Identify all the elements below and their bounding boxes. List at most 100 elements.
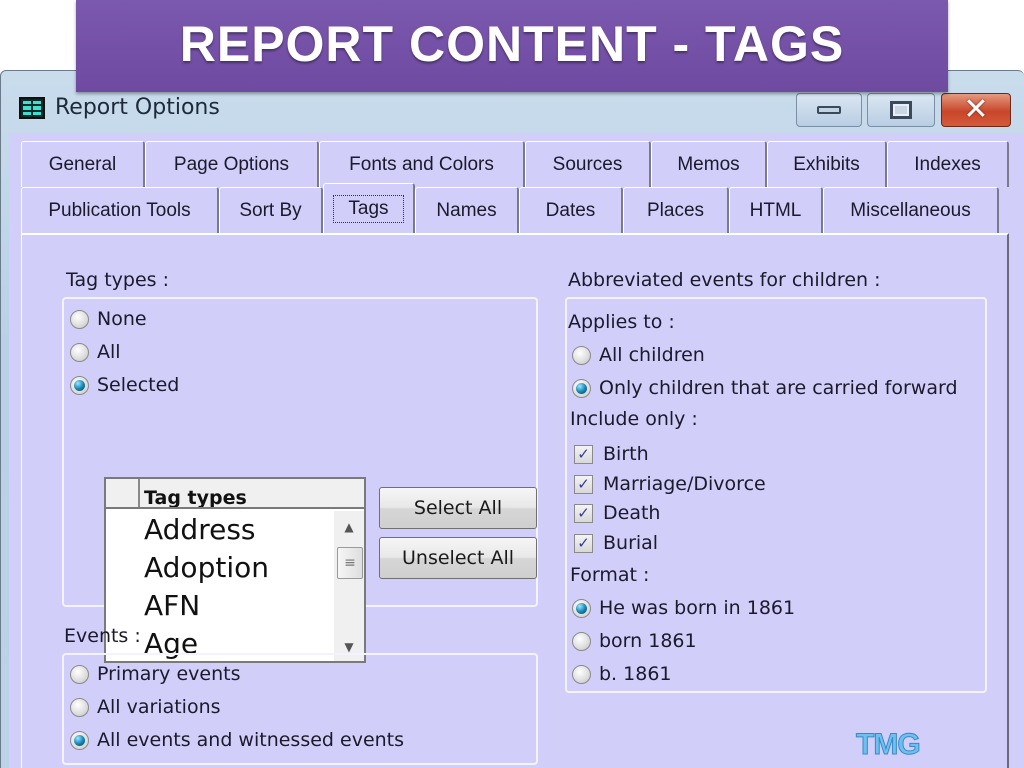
maximize-icon xyxy=(890,101,912,119)
tab-dates[interactable]: Dates xyxy=(519,187,623,233)
tab-memos[interactable]: Memos xyxy=(651,141,767,187)
tab-indexes[interactable]: Indexes xyxy=(887,141,1009,187)
list-item[interactable]: Adoption xyxy=(144,549,269,587)
list-items: Address Adoption AFN Age xyxy=(144,511,269,663)
tag-types-radio-all[interactable]: All xyxy=(70,341,121,363)
window-title: Report Options xyxy=(55,95,220,120)
tab-label: Miscellaneous xyxy=(850,199,971,221)
tab-label: Places xyxy=(646,199,705,221)
list-scrollbar[interactable]: ▲ ≡ ▼ xyxy=(334,511,364,661)
checkmark-icon: ✓ xyxy=(574,503,593,523)
tab-row-2: Publication Tools Sort By Tags Names Dat… xyxy=(21,183,999,233)
tab-tags[interactable]: Tags xyxy=(323,183,415,233)
tab-label: General xyxy=(48,153,117,175)
tmg-logo: TMG xyxy=(856,728,922,762)
tab-page-options[interactable]: Page Options xyxy=(145,141,319,187)
tab-label: Sources xyxy=(552,153,623,175)
tab-label: Dates xyxy=(545,199,596,221)
close-icon: ✕ xyxy=(963,92,989,127)
minimize-button[interactable] xyxy=(796,93,862,127)
unselect-all-button[interactable]: Unselect All xyxy=(379,537,537,579)
tab-sort-by[interactable]: Sort By xyxy=(219,187,323,233)
radio-label: He was born in 1861 xyxy=(599,597,796,619)
format-label: Format : xyxy=(570,564,650,586)
applies-radio-all-children[interactable]: All children xyxy=(572,344,705,366)
close-button[interactable]: ✕ xyxy=(941,93,1011,127)
tab-sources[interactable]: Sources xyxy=(525,141,651,187)
select-all-button[interactable]: Select All xyxy=(379,487,537,529)
checkbox-label: Birth xyxy=(603,443,649,465)
checkbox-label: Marriage/Divorce xyxy=(603,473,766,495)
tab-label: Fonts and Colors xyxy=(349,153,494,175)
tab-label: HTML xyxy=(749,199,802,221)
tab-label: Names xyxy=(436,199,497,221)
events-radio-all-witnessed[interactable]: All events and witnessed events xyxy=(70,729,404,751)
tab-publication-tools[interactable]: Publication Tools xyxy=(21,187,219,233)
tab-names[interactable]: Names xyxy=(415,187,519,233)
tab-label: Tags xyxy=(333,194,404,223)
format-radio-b[interactable]: b. 1861 xyxy=(572,663,672,685)
list-header: Tag types xyxy=(106,479,364,509)
checkmark-icon: ✓ xyxy=(574,533,593,553)
list-item[interactable]: Address xyxy=(144,511,269,549)
tab-exhibits[interactable]: Exhibits xyxy=(767,141,887,187)
applies-radio-carried-forward[interactable]: Only children that are carried forward xyxy=(572,377,958,399)
events-radio-primary[interactable]: Primary events xyxy=(70,663,240,685)
scroll-up-arrow-icon[interactable]: ▲ xyxy=(334,515,364,539)
radio-icon xyxy=(70,664,89,684)
radio-icon xyxy=(572,631,591,651)
tags-tab-panel: Tag types : None All Selected Tag types … xyxy=(21,233,1009,768)
list-item[interactable]: AFN xyxy=(144,587,269,625)
scroll-thumb[interactable]: ≡ xyxy=(337,547,363,579)
slide-title-banner: REPORT CONTENT - TAGS xyxy=(76,0,948,92)
abbreviated-events-label: Abbreviated events for children : xyxy=(568,269,881,291)
radio-label: All xyxy=(97,341,121,363)
checkbox-label: Death xyxy=(603,502,661,524)
tab-fonts-and-colors[interactable]: Fonts and Colors xyxy=(319,141,525,187)
tab-label: Indexes xyxy=(914,153,981,175)
list-header-tag-types[interactable]: Tag types xyxy=(144,487,247,507)
tab-label: Memos xyxy=(677,153,740,175)
radio-label: Only children that are carried forward xyxy=(599,377,958,399)
radio-selected-icon xyxy=(572,378,591,398)
radio-label: All events and witnessed events xyxy=(97,729,405,751)
tab-html[interactable]: HTML xyxy=(729,187,823,233)
radio-selected-icon xyxy=(70,375,89,395)
events-label: Events : xyxy=(64,625,141,647)
report-options-window: Report Options ✕ General Page Options Fo… xyxy=(0,70,1024,768)
tab-label: Exhibits xyxy=(793,153,860,175)
report-grid-icon xyxy=(19,97,45,119)
tag-types-label: Tag types : xyxy=(66,269,169,291)
radio-icon xyxy=(572,664,591,684)
radio-label: Selected xyxy=(97,374,180,396)
radio-icon xyxy=(70,342,89,362)
tag-types-radio-selected[interactable]: Selected xyxy=(70,374,179,396)
tab-general[interactable]: General xyxy=(21,141,145,187)
tab-miscellaneous[interactable]: Miscellaneous xyxy=(823,187,999,233)
checkmark-icon: ✓ xyxy=(574,474,593,494)
checkmark-icon: ✓ xyxy=(574,444,593,464)
list-header-checkbox-column[interactable] xyxy=(106,479,140,507)
checkbox-marriage-divorce[interactable]: ✓ Marriage/Divorce xyxy=(574,473,766,495)
radio-selected-icon xyxy=(572,598,591,618)
radio-label: All children xyxy=(599,344,705,366)
include-only-label: Include only : xyxy=(570,408,698,430)
format-radio-born[interactable]: born 1861 xyxy=(572,630,697,652)
tag-types-radio-none[interactable]: None xyxy=(70,308,147,330)
tag-types-listbox[interactable]: Tag types Address Adoption AFN Age ▲ ≡ ▼ xyxy=(104,477,366,663)
radio-label: b. 1861 xyxy=(599,663,672,685)
radio-label: None xyxy=(97,308,147,330)
checkbox-death[interactable]: ✓ Death xyxy=(574,502,660,524)
format-radio-he-was-born[interactable]: He was born in 1861 xyxy=(572,597,795,619)
slide-title: REPORT CONTENT - TAGS xyxy=(179,16,845,72)
checkbox-birth[interactable]: ✓ Birth xyxy=(574,443,649,465)
radio-label: born 1861 xyxy=(599,630,697,652)
tab-places[interactable]: Places xyxy=(623,187,729,233)
tab-label: Sort By xyxy=(239,199,302,221)
checkbox-label: Burial xyxy=(603,532,659,554)
applies-to-label: Applies to : xyxy=(568,311,675,333)
events-radio-all-variations[interactable]: All variations xyxy=(70,696,221,718)
maximize-button[interactable] xyxy=(867,93,935,127)
checkbox-burial[interactable]: ✓ Burial xyxy=(574,532,658,554)
tab-label: Publication Tools xyxy=(48,199,191,221)
